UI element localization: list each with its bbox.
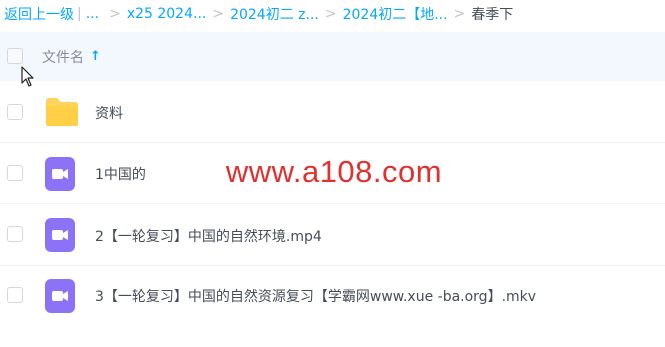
- breadcrumb-separator: >: [453, 6, 466, 22]
- breadcrumb-separator: >: [212, 6, 225, 22]
- folder-icon: [46, 98, 78, 126]
- file-name[interactable]: 2【一轮复习】中国的自然环境.mp4: [95, 226, 322, 246]
- watermark-text: www.a108.com: [225, 154, 443, 189]
- breadcrumb-item-geography[interactable]: 2024初二【地...: [343, 4, 448, 24]
- list-item[interactable]: 3【一轮复习】中国的自然资源复习【学霸网www.xue -ba.org】.mkv: [0, 266, 665, 328]
- list-item[interactable]: 2【一轮复习】中国的自然环境.mp4: [0, 204, 665, 266]
- breadcrumb-pipe: |: [77, 6, 82, 22]
- watermark-overlay: www.a108.com: [160, 143, 508, 201]
- row-checkbox[interactable]: [7, 165, 23, 181]
- row-checkbox[interactable]: [7, 287, 23, 303]
- row-checkbox[interactable]: [7, 226, 23, 242]
- video-icon: [45, 218, 75, 252]
- breadcrumb-current: 春季下: [471, 7, 514, 23]
- video-icon: [45, 279, 75, 313]
- row-checkbox[interactable]: [7, 104, 23, 120]
- column-filename-header[interactable]: 文件名 ↑: [42, 47, 101, 67]
- sort-ascending-icon[interactable]: ↑: [90, 49, 101, 64]
- breadcrumb-item-x25[interactable]: x25 2024...: [127, 6, 207, 22]
- breadcrumb-separator: >: [324, 6, 337, 22]
- breadcrumb: 返回上一级 | ... > x25 2024... > 2024初二 z... …: [0, 0, 665, 28]
- breadcrumb-separator: >: [109, 6, 121, 22]
- video-icon: [45, 157, 75, 191]
- file-list-header: 文件名 ↑: [0, 32, 665, 81]
- list-item[interactable]: 资料: [0, 81, 665, 143]
- back-link[interactable]: 返回上一级: [4, 4, 74, 24]
- file-name[interactable]: 1中国的: [95, 164, 146, 184]
- file-name[interactable]: 3【一轮复习】中国的自然资源复习【学霸网www.xue -ba.org】.mkv: [95, 286, 536, 306]
- breadcrumb-item-ellipsis[interactable]: ...: [86, 6, 99, 22]
- breadcrumb-item-grade2-z[interactable]: 2024初二 z...: [230, 4, 319, 24]
- column-filename-label: 文件名: [42, 49, 84, 66]
- file-name[interactable]: 资料: [95, 103, 123, 123]
- select-all-checkbox[interactable]: [7, 48, 23, 64]
